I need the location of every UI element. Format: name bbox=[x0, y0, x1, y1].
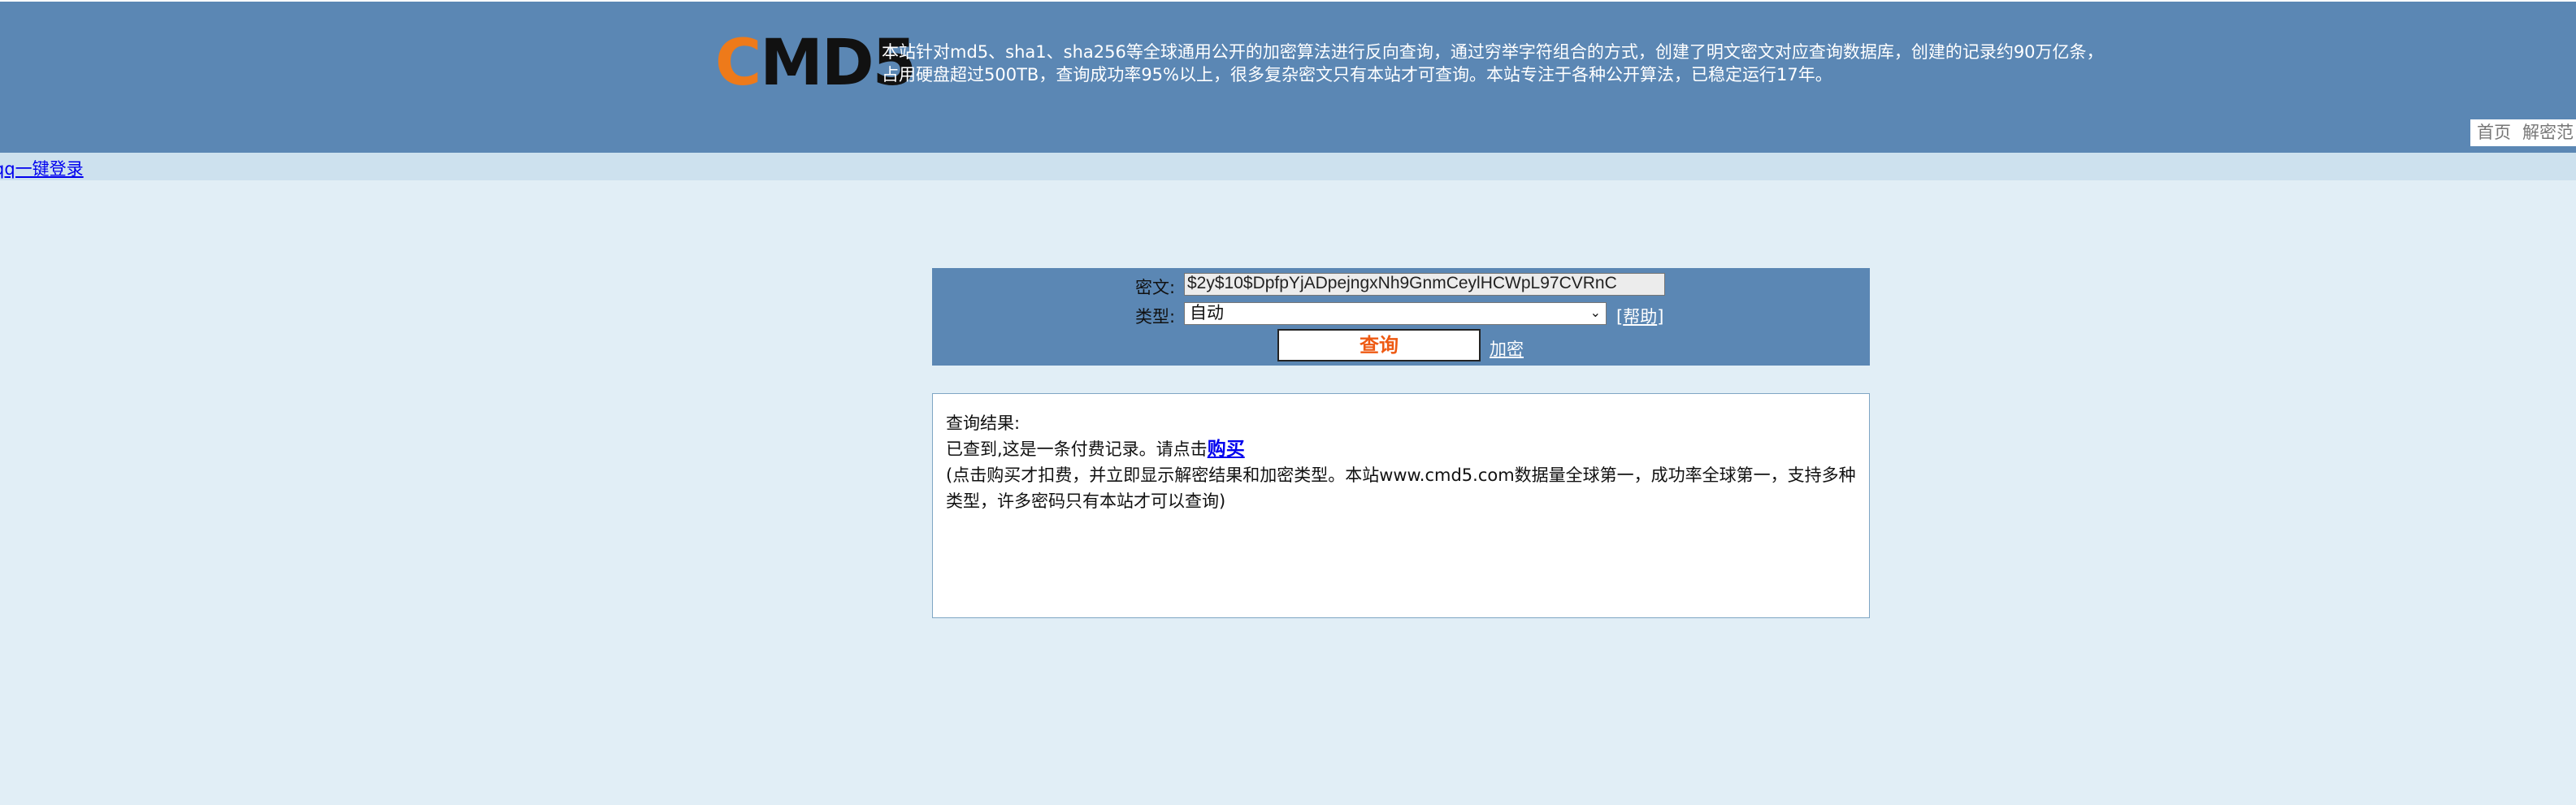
intro-line-2: 占用硬盘超过500TB，查询成功率95%以上，很多复杂密文只有本站才可查询。本站… bbox=[882, 65, 1832, 84]
type-selected-value: 自动 bbox=[1190, 304, 1224, 322]
buy-link[interactable]: 购买 bbox=[1208, 439, 1245, 460]
query-form: 密文: $2y$10$DpfpYjADpejngxNh9GnmCeylHCWpL… bbox=[932, 268, 1870, 366]
logo-letter-c: C bbox=[715, 27, 761, 100]
type-select[interactable]: 自动 ⌄ bbox=[1184, 302, 1607, 325]
site-intro: 本站针对md5、sha1、sha256等全球通用公开的加密算法进行反向查询，通过… bbox=[882, 41, 2117, 86]
cipher-input[interactable]: $2y$10$DpfpYjADpejngxNh9GnmCeylHCWpL97CV… bbox=[1184, 273, 1665, 296]
encrypt-link[interactable]: 加密 bbox=[1490, 336, 1524, 361]
qq-login-link[interactable]: qq一键登录 bbox=[0, 156, 84, 180]
nav-home[interactable]: 首页 bbox=[2477, 123, 2511, 142]
help-link[interactable]: [帮助] bbox=[1616, 304, 1663, 328]
site-header: CMD5 本站针对md5、sha1、sha256等全球通用公开的加密算法进行反向… bbox=[0, 0, 2576, 153]
help-link-text[interactable]: 帮助 bbox=[1623, 307, 1657, 327]
query-button[interactable]: 查询 bbox=[1277, 329, 1481, 361]
top-nav: 首页 解密范 bbox=[2470, 119, 2576, 146]
cipher-label: 密文: bbox=[1135, 278, 1176, 297]
result-panel: 查询结果: 已查到,这是一条付费记录。请点击购买 (点击购买才扣费，并立即显示解… bbox=[932, 393, 1870, 618]
nav-decrypt-range[interactable]: 解密范 bbox=[2522, 123, 2574, 142]
result-found-line: 已查到,这是一条付费记录。请点击购买 bbox=[946, 436, 1856, 462]
result-title: 查询结果: bbox=[946, 413, 1021, 433]
intro-line-1: 本站针对md5、sha1、sha256等全球通用公开的加密算法进行反向查询，通过… bbox=[882, 42, 2104, 62]
result-found-text: 已查到,这是一条付费记录。请点击 bbox=[946, 439, 1208, 459]
login-bar: qq一键登录 bbox=[0, 153, 2576, 180]
chevron-down-icon: ⌄ bbox=[1589, 306, 1601, 320]
result-note: (点击购买才扣费，并立即显示解密结果和加密类型。本站www.cmd5.com数据… bbox=[946, 465, 1856, 511]
type-label: 类型: bbox=[1135, 307, 1176, 327]
